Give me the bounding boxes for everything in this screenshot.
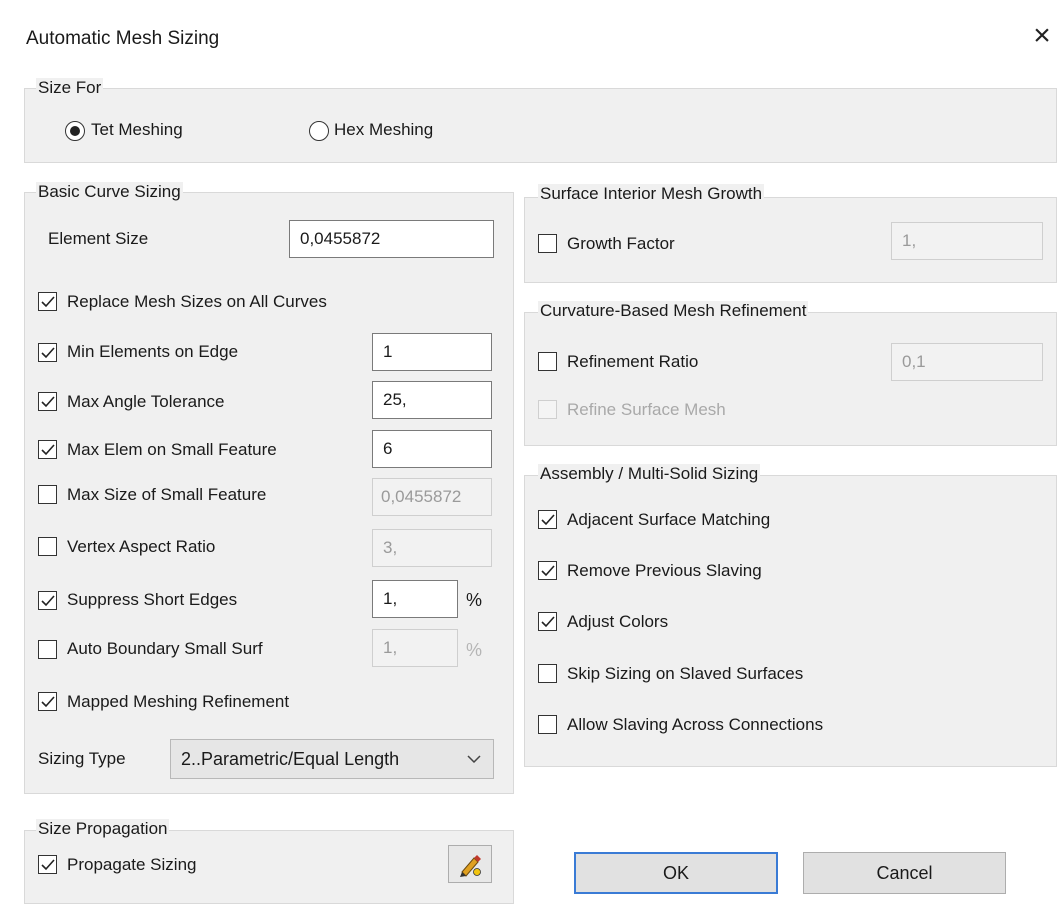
vertex-aspect-ratio-input: 3, xyxy=(372,529,492,567)
replace-mesh-sizes-checkbox[interactable] xyxy=(38,292,57,311)
surface-growth-label: Surface Interior Mesh Growth xyxy=(538,184,765,204)
refinement-ratio-checkbox[interactable] xyxy=(538,352,557,371)
adjust-colors-checkbox[interactable] xyxy=(538,612,557,631)
max-angle-tolerance-checkbox[interactable] xyxy=(38,392,57,411)
check-icon xyxy=(541,565,555,577)
adjacent-surface-matching-checkbox[interactable] xyxy=(538,510,557,529)
tet-meshing-label[interactable]: Tet Meshing xyxy=(91,120,183,140)
allow-slaving-connections-checkbox[interactable] xyxy=(538,715,557,734)
suppress-short-edges-label[interactable]: Suppress Short Edges xyxy=(67,590,237,610)
mapped-meshing-refinement-checkbox[interactable] xyxy=(38,692,57,711)
check-icon xyxy=(41,859,55,871)
assembly-sizing-label: Assembly / Multi-Solid Sizing xyxy=(538,464,761,484)
check-icon xyxy=(41,396,55,408)
propagate-sizing-tool-button[interactable] xyxy=(448,845,492,883)
sizing-type-dropdown[interactable]: 2..Parametric/Equal Length xyxy=(170,739,494,779)
size-for-label: Size For xyxy=(36,78,104,98)
curvature-refinement-label: Curvature-Based Mesh Refinement xyxy=(538,301,809,321)
min-elements-checkbox[interactable] xyxy=(38,343,57,362)
refine-surface-mesh-checkbox xyxy=(538,400,557,419)
check-icon xyxy=(41,347,55,359)
cancel-button[interactable]: Cancel xyxy=(803,852,1006,894)
chevron-down-icon xyxy=(467,755,481,764)
max-elem-small-feature-input[interactable]: 6 xyxy=(372,430,492,468)
auto-boundary-small-surf-input: 1, xyxy=(372,629,458,667)
refine-surface-mesh-label: Refine Surface Mesh xyxy=(567,400,726,419)
check-icon xyxy=(41,296,55,308)
max-angle-tolerance-label[interactable]: Max Angle Tolerance xyxy=(67,392,225,412)
growth-factor-input: 1, xyxy=(891,222,1043,260)
suppress-short-edges-unit: % xyxy=(466,590,483,610)
skip-sizing-slaved-label[interactable]: Skip Sizing on Slaved Surfaces xyxy=(567,664,803,684)
propagate-sizing-checkbox[interactable] xyxy=(38,855,57,874)
propagate-sizing-label[interactable]: Propagate Sizing xyxy=(67,855,196,875)
hex-meshing-label[interactable]: Hex Meshing xyxy=(334,120,433,140)
vertex-aspect-ratio-label[interactable]: Vertex Aspect Ratio xyxy=(67,537,215,557)
min-elements-input[interactable]: 1 xyxy=(372,333,492,371)
mapped-meshing-refinement-label[interactable]: Mapped Meshing Refinement xyxy=(67,692,289,712)
hex-meshing-radio[interactable] xyxy=(309,121,329,141)
tet-meshing-radio[interactable] xyxy=(65,121,85,141)
growth-factor-label[interactable]: Growth Factor xyxy=(567,234,675,254)
auto-boundary-small-surf-unit: % xyxy=(466,640,483,660)
allow-slaving-connections-label[interactable]: Allow Slaving Across Connections xyxy=(567,715,823,735)
suppress-short-edges-input[interactable]: 1, xyxy=(372,580,458,618)
sizing-type-label: Sizing Type xyxy=(38,749,126,768)
auto-boundary-small-surf-label[interactable]: Auto Boundary Small Surf xyxy=(67,639,263,659)
check-icon xyxy=(541,616,555,628)
growth-factor-checkbox[interactable] xyxy=(538,234,557,253)
max-size-small-feature-input: 0,0455872 xyxy=(372,478,492,516)
suppress-short-edges-checkbox[interactable] xyxy=(38,591,57,610)
remove-previous-slaving-label[interactable]: Remove Previous Slaving xyxy=(567,561,762,581)
check-icon xyxy=(41,444,55,456)
element-size-label: Element Size xyxy=(48,229,149,248)
max-size-small-feature-label[interactable]: Max Size of Small Feature xyxy=(67,485,266,505)
max-angle-tolerance-input[interactable]: 25, xyxy=(372,381,492,419)
skip-sizing-slaved-checkbox[interactable] xyxy=(538,664,557,683)
max-size-small-feature-checkbox[interactable] xyxy=(38,485,57,504)
check-icon xyxy=(41,696,55,708)
ok-button[interactable]: OK xyxy=(574,852,778,894)
sizing-type-value: 2..Parametric/Equal Length xyxy=(181,748,400,769)
basic-curve-sizing-label: Basic Curve Sizing xyxy=(36,182,183,202)
refinement-ratio-input: 0,1 xyxy=(891,343,1043,381)
vertex-aspect-ratio-checkbox[interactable] xyxy=(38,537,57,556)
auto-boundary-small-surf-checkbox[interactable] xyxy=(38,640,57,659)
adjacent-surface-matching-label[interactable]: Adjacent Surface Matching xyxy=(567,510,770,530)
pencil-brush-icon xyxy=(460,855,481,877)
adjust-colors-label[interactable]: Adjust Colors xyxy=(567,612,668,632)
check-icon xyxy=(541,514,555,526)
window-title: Automatic Mesh Sizing xyxy=(26,28,220,49)
refinement-ratio-label[interactable]: Refinement Ratio xyxy=(567,352,698,372)
radio-selected-dot xyxy=(70,126,80,136)
check-icon xyxy=(41,595,55,607)
size-propagation-label: Size Propagation xyxy=(36,819,170,839)
max-elem-small-feature-checkbox[interactable] xyxy=(38,440,57,459)
min-elements-label[interactable]: Min Elements on Edge xyxy=(67,342,238,362)
remove-previous-slaving-checkbox[interactable] xyxy=(538,561,557,580)
max-elem-small-feature-label[interactable]: Max Elem on Small Feature xyxy=(67,440,277,460)
element-size-input[interactable]: 0,0455872 xyxy=(289,220,494,258)
close-icon[interactable]: × xyxy=(1024,18,1059,54)
replace-mesh-sizes-label[interactable]: Replace Mesh Sizes on All Curves xyxy=(67,292,327,312)
